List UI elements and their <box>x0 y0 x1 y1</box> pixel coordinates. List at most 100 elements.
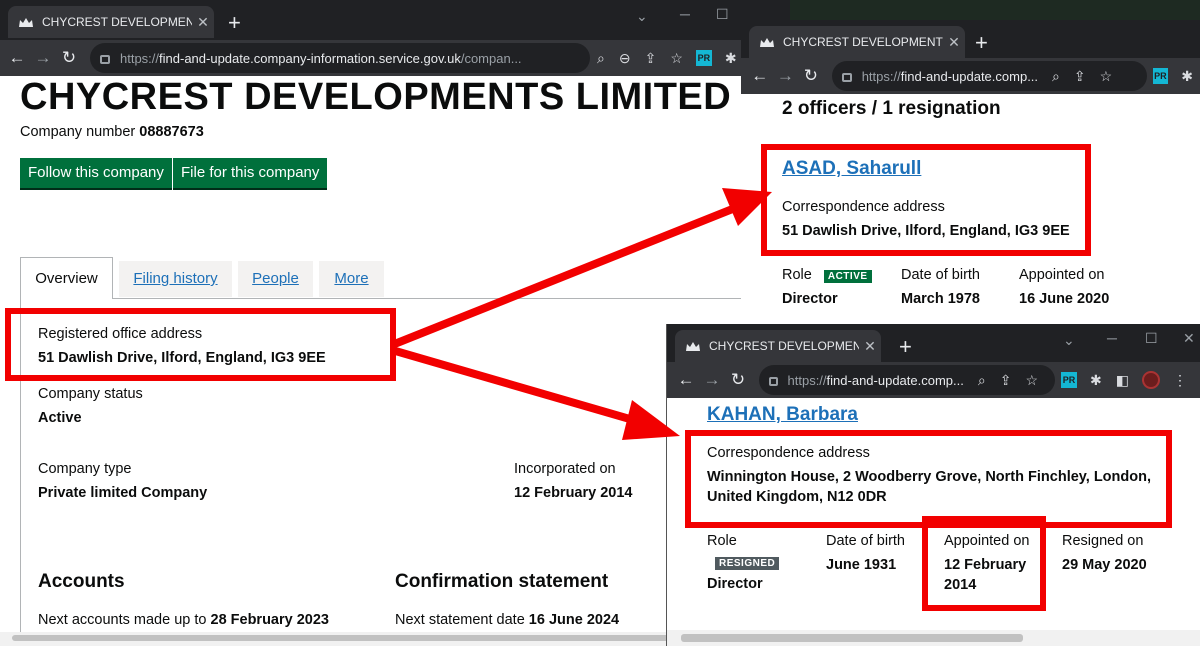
officer1-dob-label: Date of birth <box>901 267 980 283</box>
officer2-dob-value: June 1931 <box>826 557 897 573</box>
company-status-label: Company status <box>38 386 143 402</box>
minimize-icon[interactable]: ─ <box>1107 330 1117 346</box>
officer1-appointed-label: Appointed on <box>1019 267 1105 283</box>
incorporated-label: Incorporated on <box>514 461 616 477</box>
accounts-next: Next accounts made up to 28 February 202… <box>38 612 329 628</box>
officer1-toolbar: ← → ↻ https://find-and-update.comp... ⌕ … <box>741 58 1200 94</box>
tab-search-icon[interactable]: ⌄ <box>636 8 648 25</box>
reload-icon[interactable]: ↻ <box>725 370 751 390</box>
puzzle-extensions-icon[interactable]: ✱ <box>1090 372 1102 389</box>
officer1-dob-value: March 1978 <box>901 291 980 307</box>
puzzle-extensions-icon[interactable]: ✱ <box>725 50 737 67</box>
back-icon[interactable]: ← <box>4 48 30 68</box>
officer2-toolbar: ← → ↻ https://find-and-update.comp... ⌕ … <box>667 362 1200 398</box>
maximize-icon[interactable]: ☐ <box>1145 330 1158 347</box>
officer2-resigned-value: 29 May 2020 <box>1062 557 1147 573</box>
officer1-tab[interactable]: CHYCREST DEVELOPMENTS LIMI ✕ <box>749 26 965 58</box>
company-number-label: Company number <box>20 124 136 140</box>
tab-more-label: More <box>334 270 369 287</box>
tab-people[interactable]: People <box>238 261 313 297</box>
confirmation-next: Next statement date 16 June 2024 <box>395 612 619 628</box>
lock-icon <box>769 376 778 386</box>
company-status-value: Active <box>38 410 82 426</box>
officer1-role-value: Director <box>782 291 838 307</box>
accounts-next-label: Next accounts made up to <box>38 612 207 628</box>
reload-icon[interactable]: ↻ <box>798 66 824 86</box>
forward-icon[interactable]: → <box>773 66 799 86</box>
officer1-address-bar[interactable]: https://find-and-update.comp... ⌕ ⇪ ☆ <box>831 61 1147 91</box>
file-for-company-button[interactable]: File for this company <box>173 158 328 188</box>
officers-heading: 2 officers / 1 resignation <box>782 98 1001 119</box>
tab-overview[interactable]: Overview <box>20 257 113 299</box>
tab-filing-history-label: Filing history <box>133 270 218 287</box>
officer1-status-badge: ACTIVE <box>823 270 872 283</box>
officer2-tab-title: CHYCREST DEVELOPMENTS LIMI <box>709 339 859 353</box>
side-panel-icon[interactable]: ◧ <box>1116 372 1129 389</box>
bookmark-star-icon[interactable]: ☆ <box>670 50 683 67</box>
company-type-label: Company type <box>38 461 132 477</box>
new-tab-icon[interactable]: + <box>899 336 912 358</box>
main-scrollbar-thumb[interactable] <box>12 635 752 641</box>
url-scheme: https:// <box>120 50 160 66</box>
bookmark-star-icon[interactable]: ☆ <box>1100 68 1113 85</box>
url-host: find-and-update.comp... <box>900 68 1039 84</box>
main-tab-title: CHYCREST DEVELOPMENTS LIMI <box>42 15 192 29</box>
search-icon[interactable]: ⌕ <box>978 372 986 389</box>
url-scheme: https:// <box>787 372 827 388</box>
close-tab-icon[interactable]: ✕ <box>859 338 881 355</box>
url-host: find-and-update.comp... <box>826 372 964 388</box>
search-icon[interactable]: ⌕ <box>597 50 605 67</box>
main-address-bar[interactable]: https://find-and-update.company-informat… <box>90 43 590 73</box>
zoom-icon[interactable]: ⊖ <box>619 50 631 67</box>
officer1-tab-title: CHYCREST DEVELOPMENTS LIMI <box>783 35 943 49</box>
forward-icon[interactable]: → <box>699 370 725 390</box>
confirmation-heading: Confirmation statement <box>395 571 609 592</box>
officer1-appointed-value: 16 June 2020 <box>1019 291 1110 307</box>
maximize-icon[interactable]: ☐ <box>716 6 729 23</box>
bookmark-star-icon[interactable]: ☆ <box>1025 372 1038 389</box>
highlight-officer1-name-address <box>761 144 1091 256</box>
menu-dots-icon[interactable]: ⋮ <box>1173 372 1187 389</box>
new-tab-icon[interactable]: + <box>228 12 241 34</box>
tab-search-icon[interactable]: ⌄ <box>1063 332 1075 349</box>
officer2-role-label: Role <box>707 533 737 549</box>
minimize-icon[interactable]: ─ <box>680 6 690 22</box>
officer2-scrollbar-thumb[interactable] <box>681 634 1023 642</box>
officer2-horizontal-scrollbar[interactable] <box>667 630 1200 646</box>
url-host: find-and-update.company-information.serv… <box>159 50 461 66</box>
share-icon[interactable]: ⇪ <box>645 50 657 67</box>
main-tab[interactable]: CHYCREST DEVELOPMENTS LIMI ✕ <box>8 6 214 38</box>
company-type-value: Private limited Company <box>38 485 208 501</box>
company-number: Company number 08887673 <box>20 124 204 140</box>
share-icon[interactable]: ⇪ <box>1074 68 1086 85</box>
company-name-heading: CHYCREST DEVELOPMENTS LIMITED <box>20 76 732 118</box>
extension-pr-icon[interactable]: PR <box>695 50 712 66</box>
officer2-address-bar[interactable]: https://find-and-update.comp... ⌕ ⇪ ☆ <box>759 365 1055 395</box>
new-tab-icon[interactable]: + <box>975 32 988 54</box>
search-icon[interactable]: ⌕ <box>1052 68 1060 85</box>
puzzle-extensions-icon[interactable]: ✱ <box>1181 68 1193 85</box>
confirmation-next-date: 16 June 2024 <box>528 612 620 628</box>
tab-filing-history[interactable]: Filing history <box>119 261 232 297</box>
officer2-tab[interactable]: CHYCREST DEVELOPMENTS LIMI ✕ <box>675 330 881 362</box>
extension-pr-icon[interactable]: PR <box>1152 68 1169 84</box>
crown-icon <box>760 38 774 47</box>
back-icon[interactable]: ← <box>747 66 773 86</box>
officer-name-link-kahan[interactable]: KAHAN, Barbara <box>707 404 858 426</box>
share-icon[interactable]: ⇪ <box>1000 372 1012 389</box>
extension-pr-icon[interactable]: PR <box>1061 372 1077 388</box>
back-icon[interactable]: ← <box>673 370 699 390</box>
incorporated-value: 12 February 2014 <box>514 485 633 501</box>
close-window-icon[interactable]: ✕ <box>1183 330 1195 347</box>
confirmation-next-label: Next statement date <box>395 612 525 628</box>
officer1-role-label-text: Role <box>782 267 812 283</box>
avatar[interactable] <box>1141 371 1160 389</box>
accounts-heading: Accounts <box>38 571 125 592</box>
follow-company-button[interactable]: Follow this company <box>20 158 172 188</box>
tab-more[interactable]: More <box>319 261 384 297</box>
reload-icon[interactable]: ↻ <box>56 48 82 68</box>
forward-icon[interactable]: → <box>30 48 56 68</box>
officer1-role-label: Role ACTIVE <box>782 267 872 283</box>
close-tab-icon[interactable]: ✕ <box>943 34 965 51</box>
close-tab-icon[interactable]: ✕ <box>192 14 214 31</box>
